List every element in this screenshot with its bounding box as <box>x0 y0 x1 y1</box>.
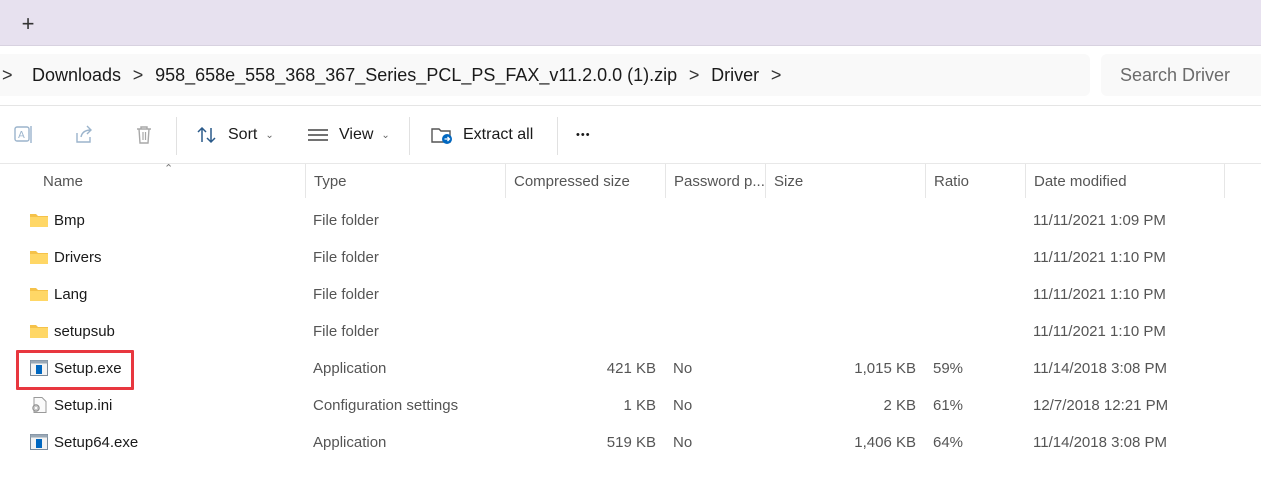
file-type: Configuration settings <box>313 397 459 414</box>
folder-icon <box>30 288 48 301</box>
sort-button[interactable]: Sort ⌄ <box>196 119 274 151</box>
table-row[interactable]: Drivers File folder 11/11/2021 1:10 PM <box>0 239 1261 276</box>
date-modified: 11/14/2018 3:08 PM <box>1033 360 1167 377</box>
rename-icon[interactable]: A <box>12 123 36 147</box>
file-name: Bmp <box>54 212 85 229</box>
new-tab-button[interactable]: + <box>14 10 42 38</box>
toolbar-divider <box>409 117 410 155</box>
ratio: 64% <box>933 434 964 451</box>
file-name: setupsub <box>54 323 115 340</box>
compressed-size <box>505 313 656 350</box>
compressed-size <box>505 276 656 313</box>
file-type: File folder <box>313 323 379 340</box>
table-row[interactable]: Lang File folder 11/11/2021 1:10 PM <box>0 276 1261 313</box>
date-modified: 11/11/2021 1:10 PM <box>1033 249 1166 266</box>
toolbar-divider <box>176 117 177 155</box>
file-name: Lang <box>54 286 88 303</box>
password-protected: No <box>673 434 693 451</box>
folder-icon <box>30 325 48 338</box>
config-file-icon <box>32 397 47 413</box>
password-protected: No <box>673 360 693 377</box>
highlight-box <box>16 350 134 390</box>
table-row[interactable]: Setup.exe Application 421 KB No 1,015 KB… <box>0 350 1261 387</box>
extract-folder-icon <box>431 125 453 145</box>
compressed-size: 519 KB <box>606 434 656 451</box>
compressed-size: 1 KB <box>623 397 656 414</box>
ratio: 59% <box>933 360 964 377</box>
tab-strip: + <box>0 0 1261 46</box>
file-size: 1,406 KB <box>854 434 916 451</box>
column-compressed-size[interactable]: Compressed size <box>505 164 665 198</box>
compressed-size: 421 KB <box>606 360 656 377</box>
date-modified: 12/7/2018 12:21 PM <box>1033 397 1169 414</box>
more-options-button[interactable]: ••• <box>576 119 591 151</box>
extract-all-button[interactable]: Extract all <box>431 119 533 151</box>
breadcrumb-separator[interactable]: > <box>759 65 793 86</box>
column-size[interactable]: Size <box>765 164 925 198</box>
breadcrumb[interactable]: > Downloads > 958_658e_558_368_367_Serie… <box>0 54 1090 96</box>
column-date-modified[interactable]: Date modified <box>1025 164 1225 198</box>
sort-icon <box>196 125 218 145</box>
view-label: View <box>339 126 374 143</box>
file-type: Application <box>313 360 387 377</box>
sort-label: Sort <box>228 126 258 143</box>
file-size <box>765 239 916 276</box>
chevron-down-icon: ⌄ <box>381 129 390 141</box>
file-size: 2 KB <box>883 397 916 414</box>
chevron-down-icon: ⌄ <box>265 129 274 141</box>
file-type: File folder <box>313 286 379 303</box>
breadcrumb-zip-file[interactable]: 958_658e_558_368_367_Series_PCL_PS_FAX_v… <box>155 65 677 86</box>
address-row: > Downloads > 958_658e_558_368_367_Serie… <box>0 46 1261 106</box>
table-row[interactable]: Bmp File folder 11/11/2021 1:09 PM <box>0 202 1261 239</box>
file-type: Application <box>313 434 387 451</box>
column-password-protected[interactable]: Password p... <box>665 164 765 198</box>
extract-all-label: Extract all <box>463 126 534 143</box>
compressed-size <box>505 239 656 276</box>
breadcrumb-overflow-chevron[interactable]: > <box>0 65 14 86</box>
toolbar-divider <box>557 117 558 155</box>
application-icon <box>30 434 48 450</box>
column-name[interactable]: Name <box>35 164 305 198</box>
file-size <box>765 202 916 239</box>
search-input[interactable]: Search Driver <box>1101 54 1261 96</box>
table-row[interactable]: Setup64.exe Application 519 KB No 1,406 … <box>0 424 1261 461</box>
date-modified: 11/11/2021 1:10 PM <box>1033 323 1166 340</box>
view-icon <box>307 126 329 144</box>
date-modified: 11/11/2021 1:09 PM <box>1033 212 1166 229</box>
file-name: Setup64.exe <box>54 434 139 451</box>
file-type: File folder <box>313 212 379 229</box>
folder-icon <box>30 214 48 227</box>
breadcrumb-downloads[interactable]: Downloads <box>32 65 121 86</box>
file-type: File folder <box>313 249 379 266</box>
table-row[interactable]: setupsub File folder 11/11/2021 1:10 PM <box>0 313 1261 350</box>
file-name: Setup.ini <box>54 397 113 414</box>
date-modified: 11/11/2021 1:10 PM <box>1033 286 1166 303</box>
date-modified: 11/14/2018 3:08 PM <box>1033 434 1167 451</box>
file-size <box>765 276 916 313</box>
delete-icon[interactable] <box>132 123 156 147</box>
file-name: Drivers <box>54 249 102 266</box>
svg-text:A: A <box>18 130 25 141</box>
file-size <box>765 313 916 350</box>
breadcrumb-driver[interactable]: Driver <box>711 65 759 86</box>
share-icon[interactable] <box>72 123 96 147</box>
column-ratio[interactable]: Ratio <box>925 164 1025 198</box>
command-bar: A Sort ⌄ View ⌄ Extract all ••• <box>0 107 1261 164</box>
ratio: 61% <box>933 397 964 414</box>
column-header-row: ⌃ Name Type Compressed size Password p..… <box>0 163 1261 198</box>
password-protected: No <box>673 397 693 414</box>
table-row[interactable]: Setup.ini Configuration settings 1 KB No… <box>0 387 1261 424</box>
view-button[interactable]: View ⌄ <box>307 119 390 151</box>
breadcrumb-separator[interactable]: > <box>121 65 155 86</box>
column-type[interactable]: Type <box>305 164 505 198</box>
file-size: 1,015 KB <box>854 360 916 377</box>
breadcrumb-separator[interactable]: > <box>677 65 711 86</box>
compressed-size <box>505 202 656 239</box>
folder-icon <box>30 251 48 264</box>
